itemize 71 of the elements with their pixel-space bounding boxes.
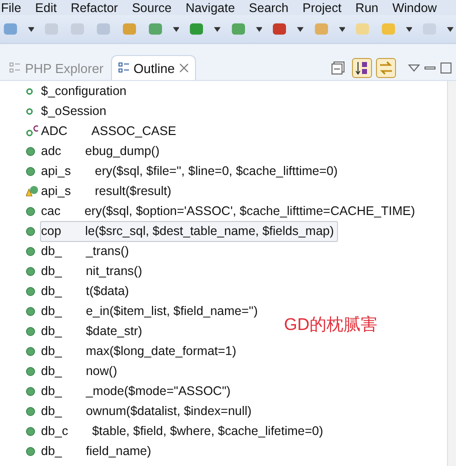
outline-item[interactable]: db_ _trans() xyxy=(40,240,133,262)
scrollbar[interactable] xyxy=(447,81,456,466)
menu-item[interactable]: Edit xyxy=(35,0,57,14)
menu-item[interactable]: Search xyxy=(248,0,289,14)
sort-icon xyxy=(355,61,369,75)
method-icon xyxy=(26,166,35,176)
method-icon xyxy=(26,266,35,276)
field-icon xyxy=(26,108,33,114)
outline-item[interactable]: db_ max($long_date_format=1) xyxy=(40,340,240,362)
caret-icon[interactable] xyxy=(214,26,221,32)
collapse-all-icon xyxy=(331,61,345,75)
caret-icon[interactable] xyxy=(406,26,412,32)
menu-item[interactable]: File xyxy=(1,0,22,14)
warning-method-icon xyxy=(26,185,39,197)
view-menu-icon[interactable] xyxy=(408,64,420,72)
view-toggle[interactable] xyxy=(376,58,396,78)
caret-icon[interactable] xyxy=(297,26,304,32)
close-icon[interactable] xyxy=(178,63,189,73)
minimize-icon[interactable] xyxy=(424,64,436,72)
constant-icon xyxy=(26,125,40,137)
method-icon xyxy=(26,226,35,236)
outline-item[interactable]: cac ery($sql, $option='ASSOC', $cache_lifttime=CACHE_TIME) xyxy=(40,200,420,222)
menu-item[interactable]: Run xyxy=(355,0,378,14)
outline-item[interactable]: ADC ASSOC_CASE xyxy=(40,120,180,142)
menu-item[interactable]: Project xyxy=(302,0,342,14)
outline-icon xyxy=(9,62,21,74)
outline-item[interactable]: db_ now() xyxy=(40,360,122,382)
method-icon xyxy=(26,286,35,296)
method-icon xyxy=(26,386,35,396)
method-icon xyxy=(26,146,35,156)
method-icon xyxy=(26,346,35,356)
link-editor-icon xyxy=(379,61,393,75)
outline-item[interactable]: api_s ery($sql, $file='', $line=0, $cache_lifttime=0) xyxy=(40,160,342,182)
menu-item[interactable]: Window xyxy=(392,0,437,14)
menu-item[interactable]: Source xyxy=(132,0,172,14)
outline-item[interactable]: db_ e_in($item_list, $field_name='') xyxy=(40,300,262,322)
caret-icon[interactable] xyxy=(256,26,262,32)
menu-item[interactable]: Navigate xyxy=(186,0,235,14)
method-icon xyxy=(26,426,35,436)
tab-label: PHP Explorer xyxy=(25,60,104,76)
method-icon xyxy=(26,446,35,456)
outline-item[interactable]: adc ebug_dump() xyxy=(40,140,164,162)
method-icon xyxy=(26,206,35,216)
outline-item[interactable]: db_ $date_str) xyxy=(40,320,146,342)
method-icon xyxy=(26,326,35,336)
view-tab[interactable]: Outline xyxy=(110,55,196,80)
outline-item[interactable]: db_c $table, $field, $where, $cache_lifetime=0) xyxy=(40,420,328,442)
outline-item[interactable]: db_ nit_trans() xyxy=(40,260,146,282)
outline-item[interactable]: $_oSession xyxy=(40,100,110,122)
outline-icon xyxy=(118,62,130,74)
annotation-text: GD的枕腻害 xyxy=(284,314,378,336)
outline-item[interactable]: db_ _mode($mode="ASSOC") xyxy=(40,380,235,402)
outline-item[interactable]: api_s result($result) xyxy=(40,180,176,202)
method-icon xyxy=(26,366,35,376)
maximize-icon[interactable] xyxy=(440,62,452,74)
outline-item[interactable]: db_ t($data) xyxy=(40,280,133,302)
caret-icon[interactable] xyxy=(338,26,346,32)
method-icon xyxy=(26,406,35,416)
outline-item[interactable]: db_ ownum($datalist, $index=null) xyxy=(40,400,256,422)
caret-icon[interactable] xyxy=(447,26,454,32)
method-icon xyxy=(26,306,35,316)
caret-icon[interactable] xyxy=(172,26,180,32)
menu-item[interactable]: Refactor xyxy=(70,0,118,14)
view-toggle[interactable] xyxy=(352,58,372,78)
outline-item[interactable]: db_ field_name) xyxy=(40,440,156,462)
field-icon xyxy=(26,88,33,94)
outline-item[interactable]: cop le($src_sql, $dest_table_name, $fields_map) xyxy=(40,220,338,242)
outline-item[interactable]: $_configuration xyxy=(40,80,130,102)
tab-label: Outline xyxy=(134,60,175,76)
caret-icon[interactable] xyxy=(28,26,34,32)
method-icon xyxy=(26,246,35,256)
